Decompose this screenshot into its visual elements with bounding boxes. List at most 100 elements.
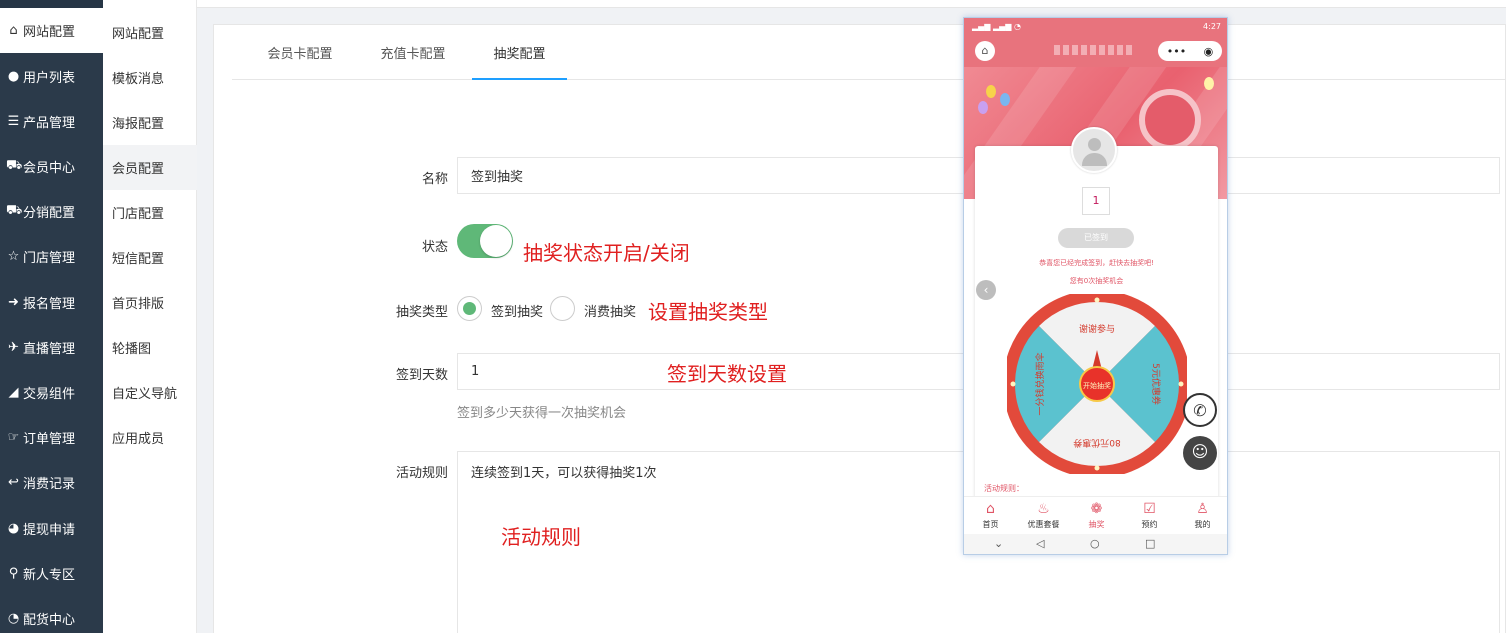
- blurred-title: [1054, 45, 1134, 55]
- pin-icon: ⚲: [8, 566, 19, 581]
- sidebar-item-live[interactable]: ✈ 直播管理: [0, 325, 103, 370]
- sidebar-item-label: 交易组件: [23, 387, 76, 402]
- status-label: 状态: [421, 240, 448, 255]
- prize-label: 80元优惠券: [1073, 437, 1120, 449]
- wheel-light: [1094, 465, 1100, 471]
- tab-lottery[interactable]: 抽奖配置: [472, 25, 567, 80]
- banner-wheel-graphic: [1139, 89, 1201, 151]
- house-icon: ⌂: [986, 501, 995, 517]
- submenu-item-website-config[interactable]: 网站配置: [103, 10, 197, 55]
- sidebar-item-newcomers[interactable]: ⚲ 新人专区: [0, 551, 103, 596]
- wheel-light: [1094, 297, 1100, 303]
- sidebar-item-trade-components[interactable]: ◢ 交易组件: [0, 370, 103, 415]
- checkin-days-hint: 签到多少天获得一次抽奖机会: [457, 406, 627, 421]
- mini-program-capsule[interactable]: ••• ◉: [1158, 41, 1222, 61]
- tab-recharge-card[interactable]: 充值卡配置: [377, 25, 449, 80]
- checkin-days-label: 签到天数: [395, 368, 448, 383]
- sidebar-item-distribution[interactable]: ⛟ 分销配置: [0, 189, 103, 234]
- phone-tab-bar: ⌂ 首页 ♨ 优惠套餐 ❁ 抽奖 ☑ 预约 ♙ 我的: [964, 496, 1227, 534]
- balloon-decoration: [978, 101, 988, 114]
- submenu-item-custom-nav[interactable]: 自定义导航: [103, 370, 197, 415]
- back-triangle-icon[interactable]: ◁: [1036, 537, 1044, 550]
- status-annotation: 抽奖状态开启/关闭: [523, 241, 690, 265]
- user-icon: ●: [7, 69, 20, 84]
- phone-tab-packages[interactable]: ♨ 优惠套餐: [1017, 497, 1070, 530]
- sidebar-item-label: 用户列表: [23, 71, 76, 86]
- sidebar-item-consumption[interactable]: ↩ 消费记录: [0, 460, 103, 505]
- submenu-item-member-config[interactable]: 会员配置: [103, 145, 197, 190]
- radio-checkin-lottery[interactable]: [457, 296, 482, 321]
- lottery-type-annotation: 设置抽奖类型: [648, 300, 768, 324]
- tab-member-card[interactable]: 会员卡配置: [264, 25, 336, 80]
- wechat-icon: ◕: [7, 521, 20, 536]
- home-icon[interactable]: ⌂: [975, 41, 995, 61]
- rules-label: 活动规则: [395, 466, 448, 481]
- lottery-type-label: 抽奖类型: [395, 305, 448, 320]
- sidebar-item-stores[interactable]: ☆ 门店管理: [0, 234, 103, 279]
- recent-square-icon[interactable]: □: [1145, 537, 1155, 550]
- customer-service-icon[interactable]: ☺: [1183, 436, 1217, 470]
- admin-page: ⌂ 网站配置 ● 用户列表 ☰ 产品管理 ⛟ 会员中心 ⛟ 分销配置 ☆ 门店管理 ➜ 报名管…: [0, 0, 1506, 633]
- phone-tab-home[interactable]: ⌂ 首页: [964, 497, 1017, 530]
- sidebar-item-withdrawals[interactable]: ◕ 提现申请: [0, 506, 103, 551]
- phone-tab-label: 首页: [982, 520, 999, 529]
- sidebar-item-label: 新人专区: [23, 568, 76, 583]
- sidebar-item-distribution-center[interactable]: ◔ 配货中心: [0, 596, 103, 633]
- top-bar: [197, 0, 1506, 8]
- submenu-item-template-messages[interactable]: 模板消息: [103, 55, 197, 100]
- sidebar-item-user-list[interactable]: ● 用户列表: [0, 54, 103, 99]
- calendar-check-icon: ☑: [1143, 501, 1156, 517]
- radio-consumption-lottery-label[interactable]: 消费抽奖: [584, 301, 636, 320]
- balloon-decoration: [1000, 93, 1010, 106]
- radio-consumption-lottery[interactable]: [550, 296, 575, 321]
- submenu-item-carousel[interactable]: 轮播图: [103, 325, 197, 370]
- sidebar-item-member-center[interactable]: ⛟ 会员中心: [0, 144, 103, 189]
- sidebar-item-products[interactable]: ☰ 产品管理: [0, 99, 103, 144]
- close-target-icon[interactable]: ◉: [1204, 45, 1214, 58]
- balloon-decoration: [1204, 77, 1214, 90]
- phone-clock: 4:27: [1203, 21, 1221, 31]
- balloon-decoration: [986, 85, 996, 98]
- chances-text: 您有0次抽奖机会: [1069, 277, 1124, 285]
- phone-tab-lottery[interactable]: ❁ 抽奖: [1070, 497, 1123, 530]
- home-circle-icon[interactable]: ○: [1090, 537, 1100, 550]
- sidebar-item-label: 消费记录: [23, 477, 76, 492]
- chevron-left-icon[interactable]: ‹: [976, 280, 996, 300]
- submenu-item-store-config[interactable]: 门店配置: [103, 190, 197, 235]
- submenu-item-poster-config[interactable]: 海报配置: [103, 100, 197, 145]
- sidebar-item-label: 报名管理: [23, 297, 76, 312]
- phone-tab-booking[interactable]: ☑ 预约: [1123, 497, 1176, 530]
- submenu-item-home-layout[interactable]: 首页排版: [103, 280, 197, 325]
- avatar: [1071, 127, 1117, 173]
- phone-tab-label: 预约: [1141, 520, 1158, 529]
- cart-icon: ⛟: [6, 203, 23, 218]
- sidebar-item-website-config[interactable]: ⌂ 网站配置: [0, 8, 103, 53]
- radio-checkin-lottery-label[interactable]: 签到抽奖: [491, 301, 543, 320]
- status-toggle[interactable]: [457, 224, 513, 258]
- phone-tab-profile[interactable]: ♙ 我的: [1176, 497, 1227, 530]
- chevron-down-icon[interactable]: ⌄: [994, 537, 1003, 550]
- hand-icon: ☞: [7, 430, 20, 445]
- sidebar-item-label: 门店管理: [23, 251, 76, 266]
- signed-button[interactable]: 已签到: [1058, 228, 1134, 248]
- lottery-wheel[interactable]: 谢谢参与 5元优惠券 80元优惠券 一分钱兑换雨伞 开始抽奖: [1007, 294, 1187, 474]
- checkin-days-annotation: 签到天数设置: [667, 362, 787, 386]
- phone-call-icon[interactable]: ✆: [1183, 393, 1217, 427]
- more-icon[interactable]: •••: [1167, 45, 1186, 58]
- sidebar-item-orders[interactable]: ☞ 订单管理: [0, 415, 103, 460]
- sidebar-item-signups[interactable]: ➜ 报名管理: [0, 280, 103, 325]
- reply-icon: ↩: [8, 475, 19, 490]
- sidebar-item-label: 网站配置: [23, 25, 76, 40]
- sidebar-item-label: 提现申请: [23, 523, 76, 538]
- phone-tab-label: 我的: [1194, 520, 1211, 529]
- sidebar-top-strip: [0, 0, 103, 8]
- submenu-item-sms-config[interactable]: 短信配置: [103, 235, 197, 280]
- lottery-icon: ❁: [1090, 501, 1103, 517]
- chef-hat-icon: ♨: [1037, 501, 1050, 517]
- eraser-icon: ◢: [8, 385, 19, 400]
- signup-icon: ➜: [8, 295, 19, 310]
- home-icon: ⌂: [9, 23, 18, 38]
- config-panel: 会员卡配置 充值卡配置 抽奖配置 名称 签到抽奖 状态 抽奖状态开启/关闭 抽奖…: [213, 24, 1506, 633]
- cart-icon: ⛟: [6, 158, 23, 173]
- submenu-item-app-members[interactable]: 应用成员: [103, 415, 197, 460]
